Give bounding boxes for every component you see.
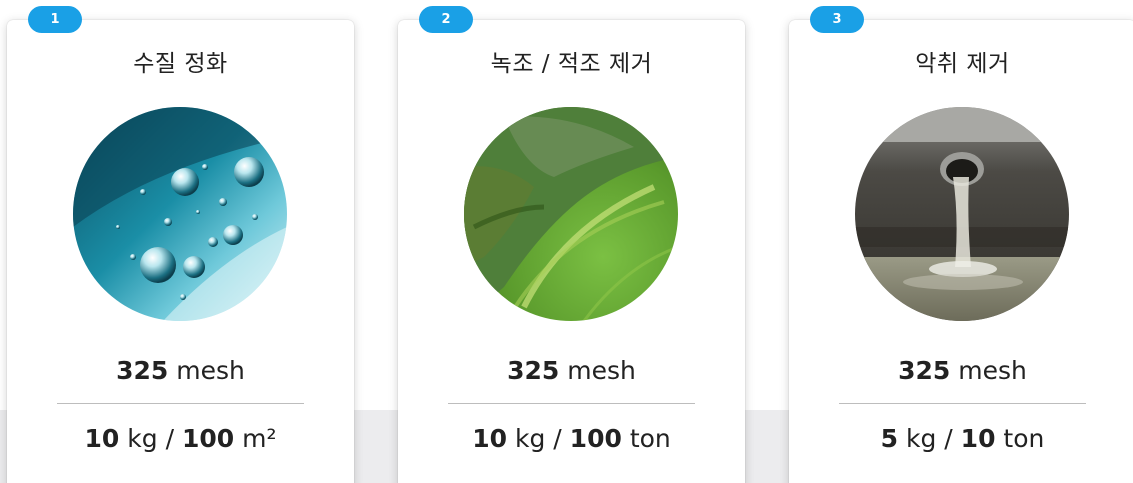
green-algae-photo xyxy=(464,107,678,321)
card-title: 악취 제거 xyxy=(915,51,1010,77)
mesh-spec: 325 mesh xyxy=(116,356,245,385)
dosage-spec: 10 kg / 100 m² xyxy=(84,424,277,453)
drain-pipe-photo xyxy=(855,107,1069,321)
product-cards-section: 1 수질 정화 325 mesh 10 kg / 100 m² 2 녹조 / 적… xyxy=(0,0,1133,483)
step-badge: 3 xyxy=(810,6,864,33)
step-badge: 1 xyxy=(28,6,82,33)
mesh-spec: 325 mesh xyxy=(898,356,1027,385)
dosage-spec: 10 kg / 100 ton xyxy=(472,424,671,453)
mesh-spec: 325 mesh xyxy=(507,356,636,385)
divider xyxy=(57,403,304,404)
step-badge: 2 xyxy=(419,6,473,33)
card-title: 수질 정화 xyxy=(133,51,228,77)
card-algae-removal: 2 녹조 / 적조 제거 325 mesh 10 kg / 100 ton xyxy=(398,6,745,483)
water-bubbles-photo xyxy=(73,107,287,321)
card-odor-removal: 3 악취 제거 325 mesh 5 kg / 10 ton xyxy=(789,6,1133,483)
divider xyxy=(839,403,1086,404)
divider xyxy=(448,403,695,404)
dosage-spec: 5 kg / 10 ton xyxy=(880,424,1045,453)
card-water-purification: 1 수질 정화 325 mesh 10 kg / 100 m² xyxy=(7,6,354,483)
card-title: 녹조 / 적조 제거 xyxy=(490,51,653,77)
